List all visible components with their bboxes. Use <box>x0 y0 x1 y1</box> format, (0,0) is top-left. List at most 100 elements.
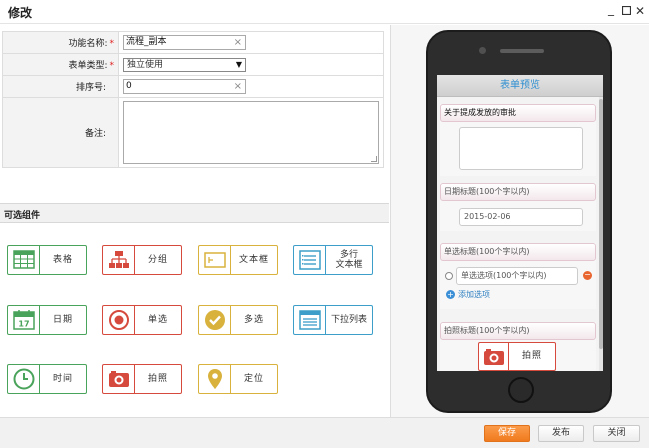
required-mark: * <box>109 61 115 71</box>
component-date-button[interactable]: 17 日期 <box>7 305 87 335</box>
form-table: 功能名称: * 流程_副本 × 表单类型: * 独立使用 ▼ 排序号: 0 × … <box>2 31 384 168</box>
preview-approval-textarea[interactable] <box>459 127 583 170</box>
preview-date-input[interactable]: 2015-02-06 <box>459 208 583 226</box>
camera-icon <box>103 365 135 393</box>
component-multiline-textbox-button[interactable]: 多行 文本框 <box>293 245 373 275</box>
type-value-cell: 独立使用 ▼ <box>118 53 384 76</box>
form-row-order: 排序号: 0 × <box>2 75 384 98</box>
component-label: 多选 <box>243 315 264 325</box>
location-pin-icon <box>199 365 231 393</box>
add-option-icon[interactable]: + <box>446 290 455 299</box>
scrollbar-thumb[interactable] <box>599 99 603 349</box>
note-value-cell <box>118 97 384 168</box>
name-label-cell: 功能名称: * <box>2 31 119 54</box>
component-time-button[interactable]: 时间 <box>7 364 87 394</box>
order-value: 0 <box>126 81 132 91</box>
form-type-value: 独立使用 <box>127 59 164 70</box>
publish-button[interactable]: 发布 <box>538 425 584 442</box>
type-label: 表单类型: <box>68 61 108 71</box>
component-label: 分组 <box>147 255 168 265</box>
required-mark: * <box>109 39 115 49</box>
note-textarea[interactable] <box>123 101 379 164</box>
component-label: 定位 <box>243 374 264 384</box>
phone-home-button <box>508 377 534 403</box>
preview-approval-heading: 关于提成发放的审批 <box>440 104 596 122</box>
preview-photo-heading: 拍照标题(100个字以内) <box>440 322 596 340</box>
note-label: 备注: <box>84 129 106 139</box>
component-photo-button[interactable]: 拍照 <box>102 364 182 394</box>
order-label: 排序号: <box>75 83 106 93</box>
form-row-note: 备注: <box>2 97 384 168</box>
preview-radio-option-input[interactable]: 单选选项(100个字以内) <box>456 267 578 285</box>
components-section-header: 可选组件 <box>0 203 389 223</box>
preview-radio-heading: 单选标题(100个字以内) <box>440 243 596 261</box>
group-icon <box>103 246 135 274</box>
preview-date-value: 2015-02-06 <box>464 212 511 221</box>
camera-icon <box>479 343 509 370</box>
preview-panel: 表单预览 关于提成发放的审批 日期标题(100个字以内) 2015-02-06 … <box>390 25 649 417</box>
component-radio-button[interactable]: 单选 <box>102 305 182 335</box>
preview-approval-card: 关于提成发放的审批 <box>440 104 596 176</box>
component-label: 文本框 <box>238 255 269 265</box>
dropdown-list-icon <box>294 306 326 334</box>
component-label: 多行 文本框 <box>335 250 363 270</box>
phone-camera-icon <box>479 47 486 54</box>
radio-icon <box>103 306 135 334</box>
preview-radio-option: 单选选项(100个字以内) <box>461 271 547 280</box>
clear-icon[interactable]: × <box>234 36 242 49</box>
preview-date-card: 日期标题(100个字以内) 2015-02-06 <box>440 183 596 231</box>
components-section-title: 可选组件 <box>4 211 41 221</box>
order-input[interactable]: 0 × <box>123 79 246 94</box>
component-label: 单选 <box>147 315 168 325</box>
maximize-icon[interactable] <box>619 4 633 18</box>
window-title: 修改 <box>8 6 33 20</box>
preview-radio-card: 单选标题(100个字以内) 单选选项(100个字以内) − + 添加选项 <box>440 243 596 309</box>
preview-photo-label: 拍照 <box>521 351 542 361</box>
component-location-button[interactable]: 定位 <box>198 364 278 394</box>
calendar-icon: 17 <box>8 306 40 334</box>
save-button[interactable]: 保存 <box>484 425 530 442</box>
form-row-name: 功能名称: * 流程_副本 × <box>2 31 384 54</box>
preview-date-heading: 日期标题(100个字以内) <box>440 183 596 201</box>
phone-mockup: 表单预览 关于提成发放的审批 日期标题(100个字以内) 2015-02-06 … <box>426 30 612 413</box>
function-name-input[interactable]: 流程_副本 × <box>123 35 246 50</box>
dialog-footer: 保存 发布 关闭 <box>0 417 649 448</box>
name-value-cell: 流程_副本 × <box>118 31 384 54</box>
window-titlebar: 修改 _ ✕ <box>0 0 649 24</box>
component-label: 时间 <box>52 374 73 384</box>
component-textbox-button[interactable]: 文本框 <box>198 245 278 275</box>
order-label-cell: 排序号: <box>2 75 119 98</box>
table-icon <box>8 246 40 274</box>
component-table-button[interactable]: 表格 <box>7 245 87 275</box>
preview-photo-card: 拍照标题(100个字以内) 拍照 <box>440 322 596 371</box>
component-label: 表格 <box>52 255 73 265</box>
checkbox-icon <box>199 306 231 334</box>
component-group-button[interactable]: 分组 <box>102 245 182 275</box>
close-button[interactable]: 关闭 <box>593 425 640 442</box>
minimize-icon[interactable]: _ <box>604 2 618 16</box>
form-type-select[interactable]: 独立使用 ▼ <box>123 57 246 72</box>
close-icon[interactable]: ✕ <box>633 4 647 18</box>
component-checkbox-button[interactable]: 多选 <box>198 305 278 335</box>
name-label: 功能名称: <box>68 39 108 49</box>
calendar-day: 17 <box>18 320 29 329</box>
preview-photo-button[interactable]: 拍照 <box>478 342 556 371</box>
form-row-type: 表单类型: * 独立使用 ▼ <box>2 53 384 76</box>
note-label-cell: 备注: <box>2 97 119 168</box>
preview-scrollbar[interactable] <box>599 97 603 371</box>
component-label: 下拉列表 <box>330 315 367 325</box>
phone-screen[interactable]: 表单预览 关于提成发放的审批 日期标题(100个字以内) 2015-02-06 … <box>437 75 603 371</box>
clock-icon <box>8 365 40 393</box>
resize-grip-icon[interactable] <box>371 156 377 162</box>
textbox-icon <box>199 246 231 274</box>
multiline-icon <box>294 246 326 274</box>
clear-icon[interactable]: × <box>234 80 242 93</box>
component-dropdown-list-button[interactable]: 下拉列表 <box>293 305 373 335</box>
component-label: 日期 <box>52 315 73 325</box>
add-option-link[interactable]: 添加选项 <box>458 289 490 300</box>
phone-speaker <box>500 49 544 53</box>
dropdown-arrow-icon: ▼ <box>235 59 242 69</box>
form-panel: 功能名称: * 流程_副本 × 表单类型: * 独立使用 ▼ 排序号: 0 × … <box>0 25 389 417</box>
preview-radio-circle[interactable] <box>445 272 453 280</box>
remove-option-icon[interactable]: − <box>583 271 592 280</box>
